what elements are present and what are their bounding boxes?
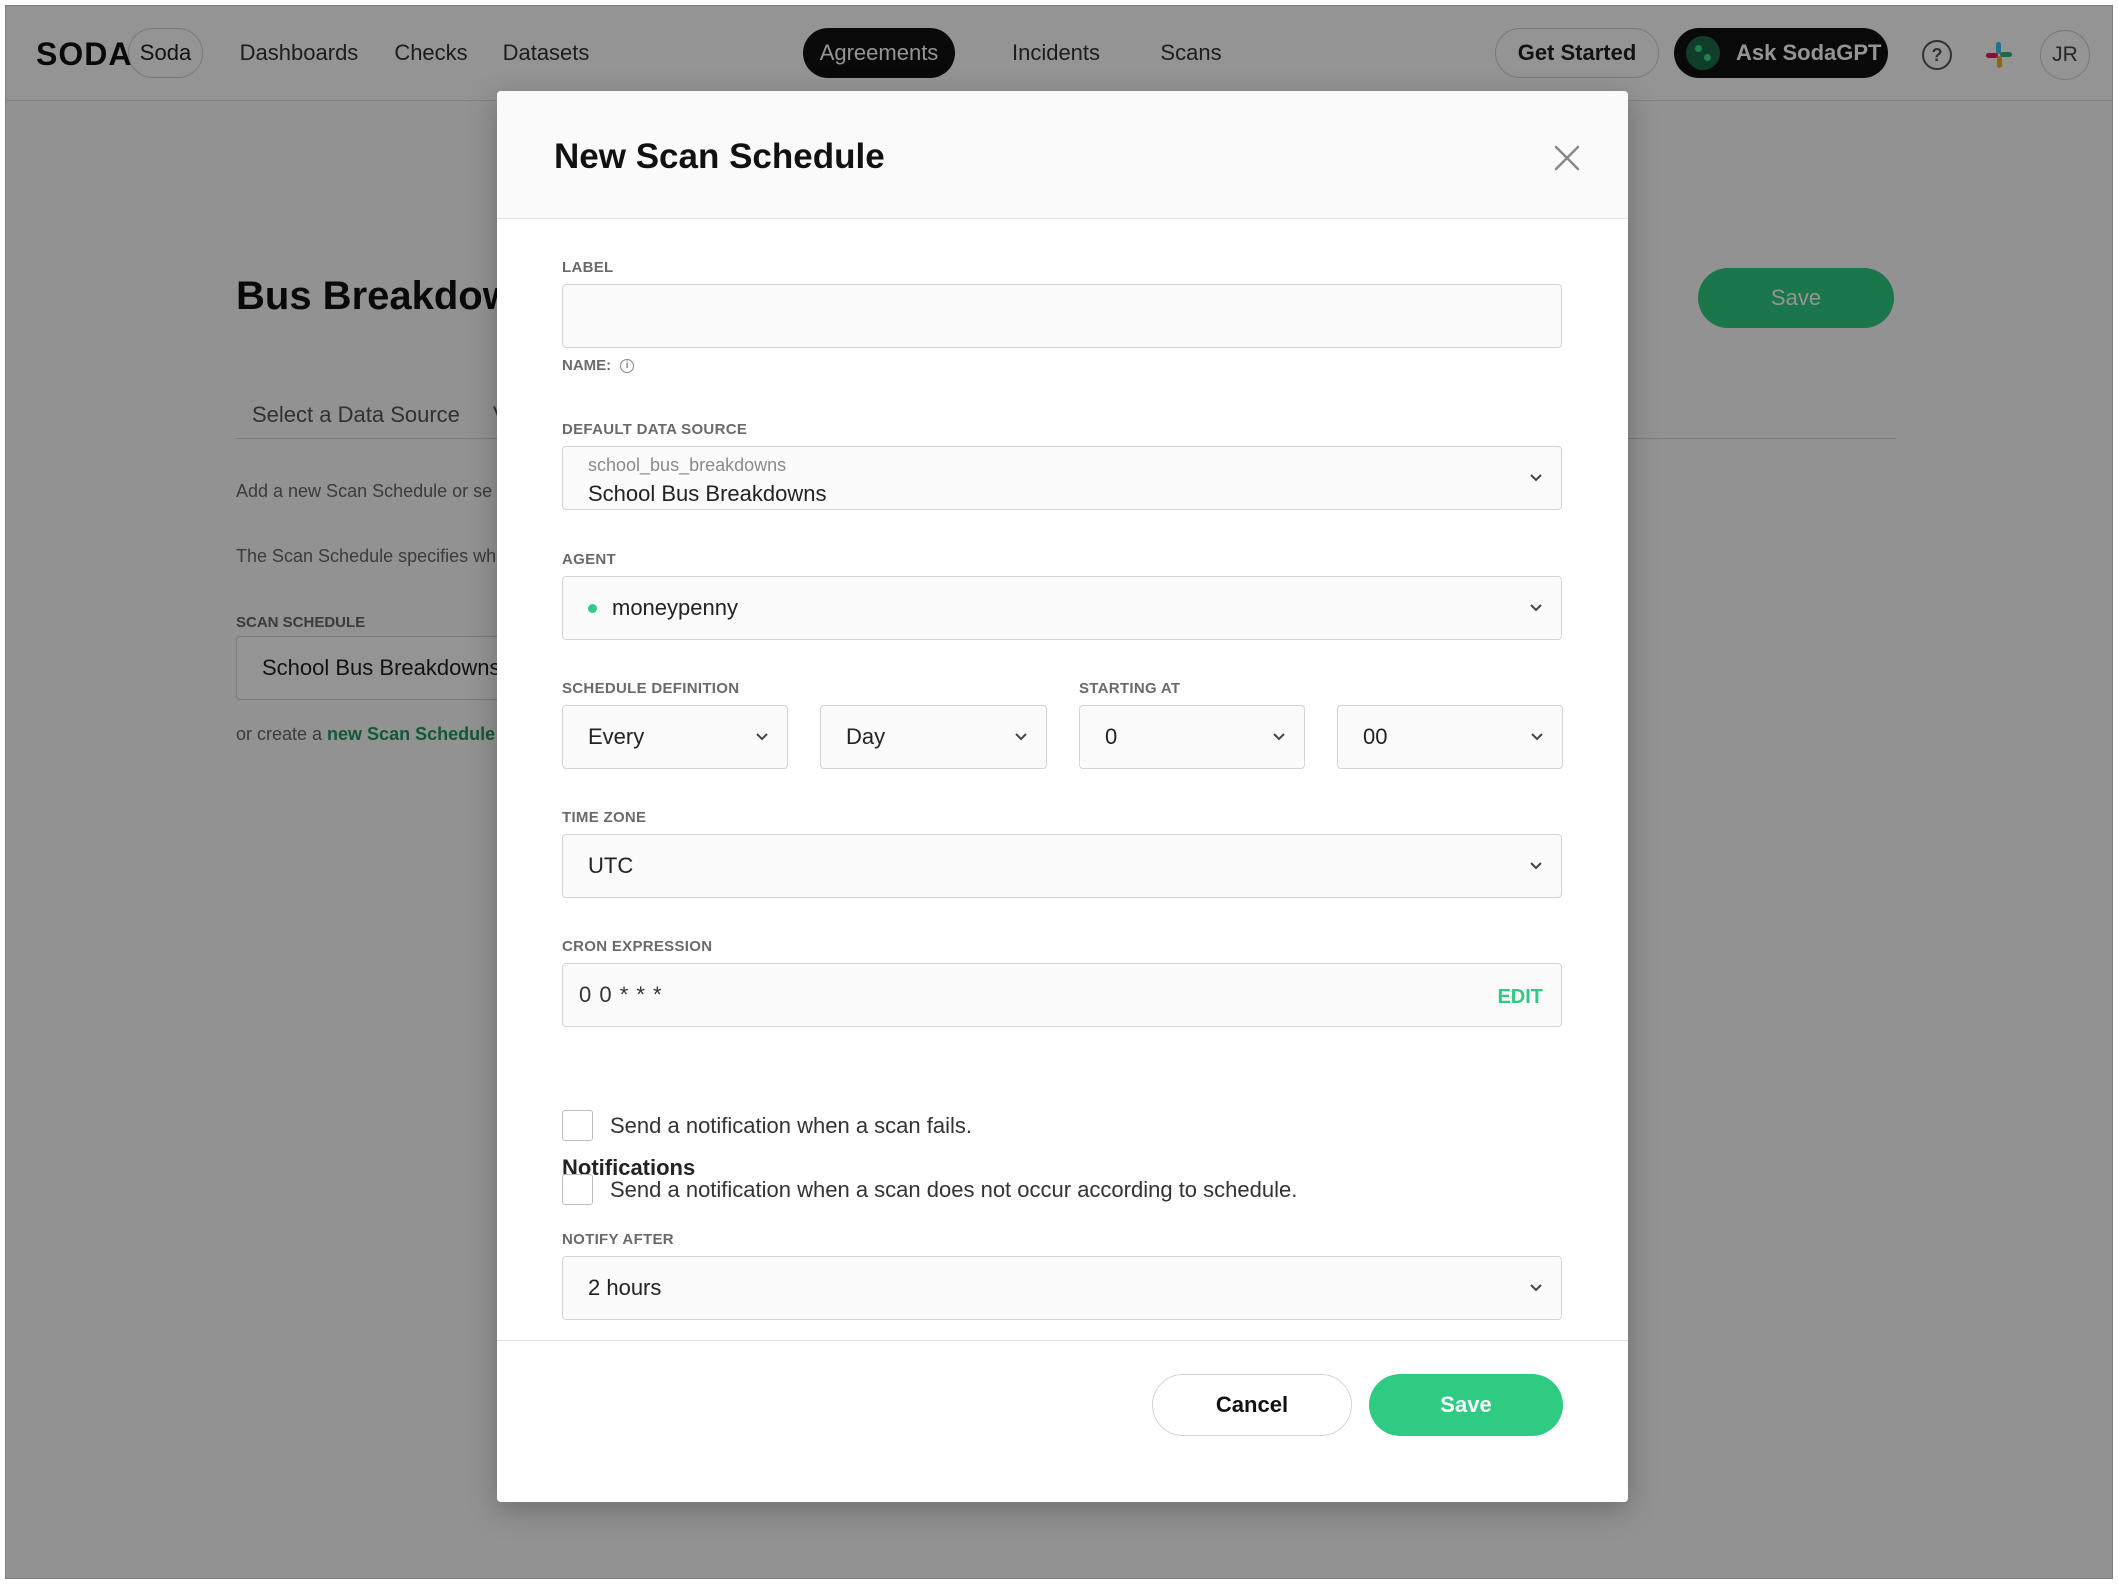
agent-label: AGENT <box>562 551 616 568</box>
cron-edit-button[interactable]: EDIT <box>1497 986 1543 1009</box>
notify-after-select[interactable]: 2 hours <box>562 1256 1562 1320</box>
agent-name: moneypenny <box>612 595 738 620</box>
notify-on-fail-row[interactable]: Send a notification when a scan fails. <box>562 1110 972 1141</box>
data-source-label: DEFAULT DATA SOURCE <box>562 421 748 438</box>
cron-expression-field: 0 0 * * * EDIT <box>562 963 1562 1027</box>
schedule-frequency-select[interactable]: Every <box>562 705 788 769</box>
agent-select[interactable]: moneypenny <box>562 576 1562 640</box>
cancel-button[interactable]: Cancel <box>1152 1374 1352 1436</box>
cron-expression-label: CRON EXPRESSION <box>562 938 713 955</box>
chevron-down-icon <box>1273 733 1285 741</box>
chevron-down-icon <box>1530 862 1542 870</box>
chevron-down-icon <box>1531 733 1543 741</box>
modal-title: New Scan Schedule <box>554 137 885 176</box>
chevron-down-icon <box>1530 604 1542 612</box>
chevron-down-icon <box>1530 474 1542 482</box>
info-icon[interactable]: i <box>620 358 635 373</box>
notify-on-missed-row[interactable]: Send a notification when a scan does not… <box>562 1174 1297 1205</box>
notify-on-missed-checkbox[interactable] <box>562 1174 593 1205</box>
agent-status-dot <box>588 603 597 613</box>
notify-on-fail-checkbox[interactable] <box>562 1110 593 1141</box>
schedule-definition-label: SCHEDULE DEFINITION <box>562 680 740 697</box>
data-source-select[interactable]: school_bus_breakdowns School Bus Breakdo… <box>562 446 1562 510</box>
modal-footer: Cancel Save <box>497 1340 1628 1502</box>
schedule-unit-select[interactable]: Day <box>820 705 1047 769</box>
cron-expression-value: 0 0 * * * <box>579 982 663 1007</box>
new-scan-schedule-modal: New Scan Schedule LABEL NAME: i DEFAULT … <box>497 91 1628 1502</box>
chevron-down-icon <box>1530 1284 1542 1292</box>
name-hint: NAME: i <box>562 357 635 374</box>
start-hour-select[interactable]: 0 <box>1079 705 1305 769</box>
starting-at-label: STARTING AT <box>1079 680 1181 697</box>
notify-after-label: NOTIFY AFTER <box>562 1231 674 1248</box>
chevron-down-icon <box>756 733 768 741</box>
start-minute-select[interactable]: 00 <box>1337 705 1563 769</box>
time-zone-select[interactable]: UTC <box>562 834 1562 898</box>
save-button[interactable]: Save <box>1369 1374 1563 1436</box>
chevron-down-icon <box>1015 733 1027 741</box>
label-input[interactable] <box>562 284 1562 348</box>
label-field-label: LABEL <box>562 259 614 276</box>
data-source-id: school_bus_breakdowns <box>588 455 787 475</box>
time-zone-label: TIME ZONE <box>562 809 647 826</box>
modal-header: New Scan Schedule <box>497 91 1628 219</box>
data-source-name: School Bus Breakdowns <box>588 481 827 506</box>
close-icon[interactable] <box>1552 143 1582 173</box>
